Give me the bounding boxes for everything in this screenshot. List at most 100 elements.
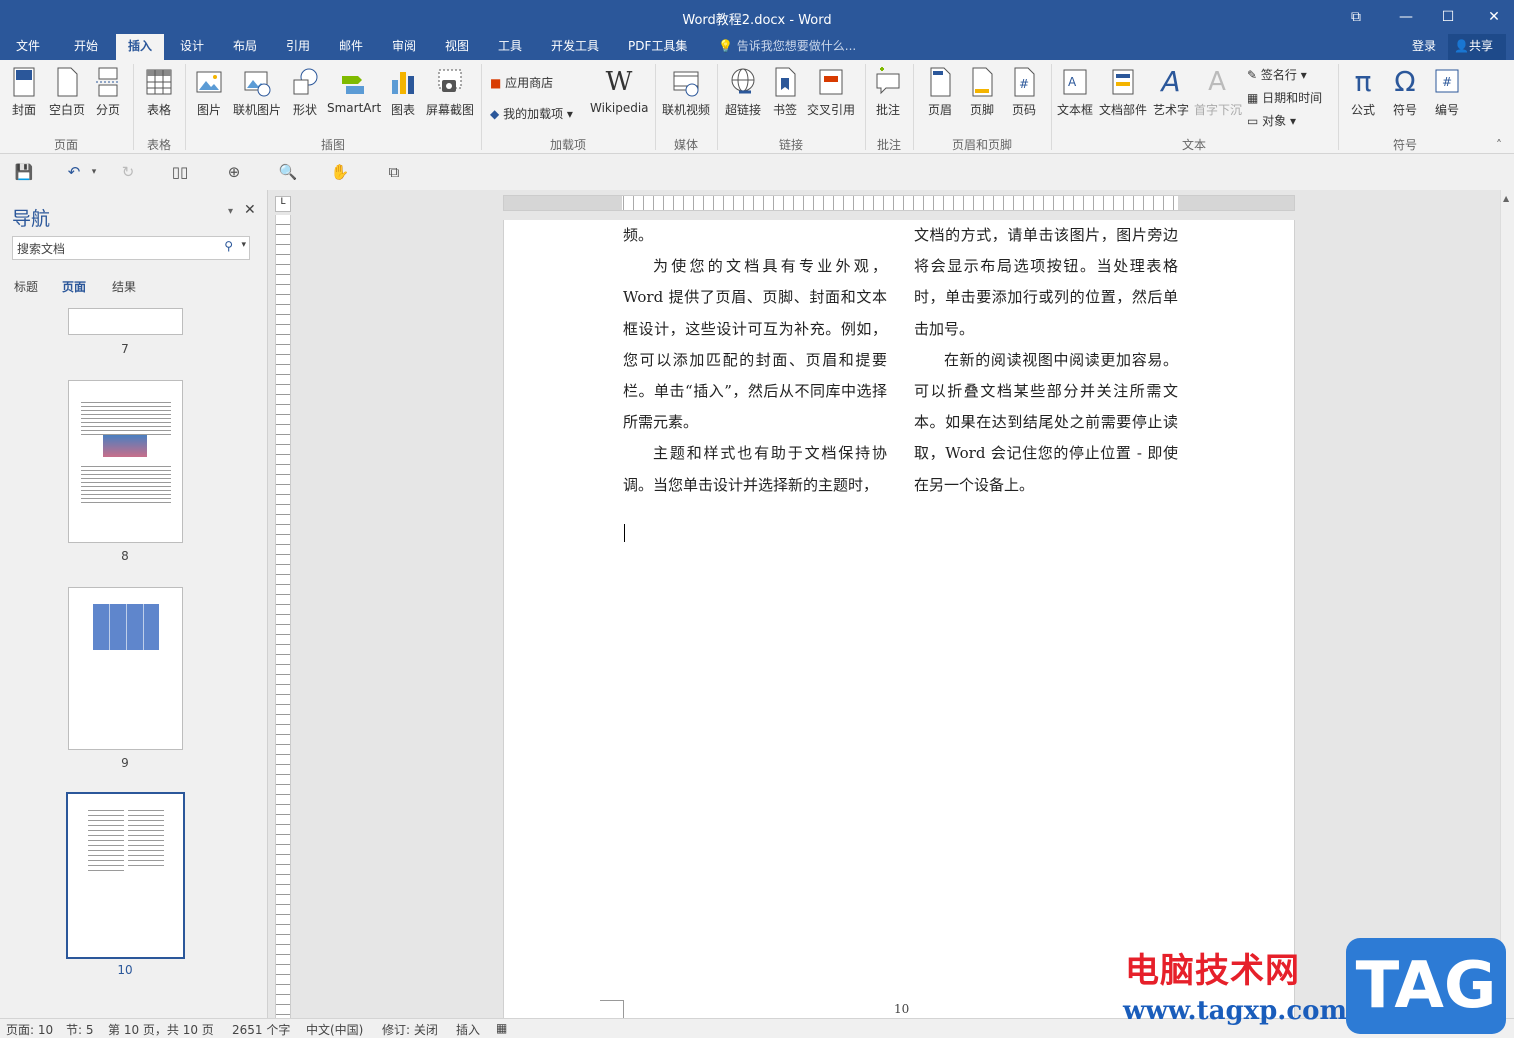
nav-tab-headings[interactable]: 标题 — [14, 278, 38, 295]
cover-page-button[interactable]: 封面 — [8, 66, 40, 118]
drop-cap-button[interactable]: A 首字下沉 — [1194, 66, 1242, 118]
omega-icon: Ω — [1394, 65, 1416, 98]
object-icon: ▭ — [1247, 114, 1259, 128]
footer-button[interactable]: 页脚 — [966, 66, 998, 118]
tab-selector[interactable]: L — [275, 196, 291, 212]
cross-reference-icon — [819, 69, 843, 95]
share-button[interactable]: 👤共享 — [1448, 34, 1506, 60]
page-break-button[interactable]: 分页 — [92, 66, 124, 118]
undo-icon[interactable]: ↶ — [64, 162, 84, 182]
quick-parts-icon — [1112, 69, 1134, 95]
status-section[interactable]: 节: 5 — [66, 1021, 94, 1038]
ribbon-display-icon[interactable]: ⧉ — [1336, 4, 1376, 30]
search-dropdown-icon[interactable]: ▾ — [241, 240, 246, 250]
status-page[interactable]: 页面: 10 — [6, 1021, 53, 1038]
page-number-label: 10 — [117, 963, 133, 977]
symbol-button[interactable]: Ω 符号 — [1388, 66, 1422, 118]
status-language[interactable]: 中文(中国) — [306, 1021, 363, 1038]
tab-tools[interactable]: 工具 — [492, 34, 528, 60]
search-icon[interactable]: ⚲ — [224, 239, 233, 253]
tab-layout[interactable]: 布局 — [227, 34, 263, 60]
pane-options-icon[interactable]: ▾ — [228, 206, 233, 217]
touch-mode-icon[interactable]: ✋ — [330, 162, 350, 182]
status-page-count[interactable]: 第 10 页，共 10 页 — [108, 1021, 214, 1038]
shapes-button[interactable]: 形状 — [290, 66, 320, 118]
hyperlink-button[interactable]: 超链接 — [724, 66, 762, 118]
screenshot-button[interactable]: 屏幕截图 — [425, 66, 475, 118]
tab-insert[interactable]: 插入 — [116, 34, 164, 60]
login-link[interactable]: 登录 — [1406, 34, 1442, 60]
page-thumbnail[interactable] — [68, 587, 183, 750]
blank-page-icon — [57, 67, 78, 97]
page-break-label: 分页 — [95, 103, 120, 117]
status-insert-mode[interactable]: 插入 — [456, 1021, 480, 1038]
page-thumbnail[interactable] — [68, 380, 183, 543]
tell-me-box[interactable]: 💡 告诉我您想要做什么... — [712, 34, 862, 60]
textbox-button[interactable]: A 文本框 — [1056, 66, 1094, 118]
close-icon[interactable]: ✕ — [1474, 4, 1514, 30]
group-label-addins: 加载项 — [549, 138, 586, 152]
page-thumbnail-selected[interactable] — [66, 792, 185, 959]
object-button[interactable]: ▭ 对象 ▾ — [1247, 112, 1296, 129]
web-layout-icon[interactable]: ⊕ — [224, 162, 244, 182]
number-button[interactable]: # 编号 — [1430, 66, 1464, 118]
online-picture-button[interactable]: 联机图片 — [232, 66, 282, 118]
nav-tab-results[interactable]: 结果 — [112, 278, 136, 295]
tab-references[interactable]: 引用 — [280, 34, 316, 60]
number-label: 编号 — [1434, 103, 1459, 117]
tab-mailings[interactable]: 邮件 — [333, 34, 369, 60]
print-preview-icon[interactable]: 🔍 — [278, 162, 298, 182]
redo-icon[interactable]: ↻ — [118, 162, 138, 182]
undo-dropdown-icon[interactable]: ▾ — [84, 162, 104, 182]
wikipedia-button[interactable]: W Wikipedia — [590, 66, 649, 115]
search-input[interactable]: 搜索文档 ⚲ ▾ — [12, 236, 250, 260]
group-label-tables: 表格 — [146, 138, 171, 152]
tab-view[interactable]: 视图 — [439, 34, 475, 60]
equation-button[interactable]: π 公式 — [1346, 66, 1380, 118]
bookmark-button[interactable]: 书签 — [770, 66, 800, 118]
status-track-changes[interactable]: 修订: 关闭 — [382, 1021, 438, 1038]
minimize-icon[interactable]: — — [1386, 4, 1426, 30]
tab-developer[interactable]: 开发工具 — [545, 34, 605, 60]
vertical-scrollbar[interactable]: ▲ — [1500, 190, 1514, 1018]
comment-button[interactable]: 批注 — [872, 66, 904, 118]
wordart-button[interactable]: A 艺术字 — [1152, 66, 1190, 118]
smartart-button[interactable]: SmartArt — [327, 66, 381, 115]
my-addins-button[interactable]: ◆ 我的加载项 ▾ — [490, 105, 573, 122]
cross-reference-button[interactable]: 交叉引用 — [806, 66, 856, 118]
table-button[interactable]: 表格 — [143, 66, 175, 118]
maximize-icon[interactable]: ☐ — [1428, 4, 1468, 30]
macro-icon[interactable]: ▦ — [496, 1021, 507, 1035]
header-button[interactable]: 页眉 — [924, 66, 956, 118]
table-label: 表格 — [146, 103, 171, 117]
group-separator — [1338, 64, 1339, 150]
tab-home[interactable]: 开始 — [68, 34, 104, 60]
tab-review[interactable]: 审阅 — [386, 34, 422, 60]
header-icon — [930, 67, 951, 97]
signature-line-button[interactable]: ✎ 签名行 ▾ — [1247, 66, 1307, 83]
side-by-side-icon[interactable]: ▯▯ — [170, 162, 190, 182]
tab-design[interactable]: 设计 — [174, 34, 210, 60]
status-word-count[interactable]: 2651 个字 — [232, 1021, 290, 1038]
thumbnail-text-lines — [88, 806, 124, 874]
chart-button[interactable]: 图表 — [388, 66, 418, 118]
scroll-up-icon[interactable]: ▲ — [1503, 194, 1509, 203]
close-pane-icon[interactable]: ✕ — [244, 202, 256, 218]
tab-pdf-tools[interactable]: PDF工具集 — [622, 34, 693, 60]
date-time-label: 日期和时间 — [1262, 91, 1323, 105]
page-number-button[interactable]: # 页码 — [1008, 66, 1040, 118]
document-page[interactable]: 频。 为使您的文档具有专业外观，Word 提供了页眉、页脚、封面和文本框设计，这… — [503, 220, 1295, 1018]
blank-page-button[interactable]: 空白页 — [48, 66, 86, 118]
collapse-ribbon-icon[interactable]: ˄ — [1496, 138, 1502, 152]
store-button[interactable]: ■ 应用商店 — [490, 74, 553, 91]
save-icon[interactable]: 💾 — [14, 162, 34, 182]
picture-button[interactable]: 图片 — [194, 66, 224, 118]
page-thumbnail[interactable] — [68, 308, 183, 335]
online-video-button[interactable]: 联机视频 — [661, 66, 711, 118]
quick-parts-button[interactable]: 文档部件 — [1098, 66, 1148, 118]
date-time-button[interactable]: ▦ 日期和时间 — [1247, 89, 1322, 106]
tab-file[interactable]: 文件 — [10, 34, 46, 60]
nav-tab-pages[interactable]: 页面 — [62, 278, 86, 295]
shapes-icon — [293, 68, 318, 95]
customize-icon[interactable]: ⧉ — [384, 162, 404, 182]
